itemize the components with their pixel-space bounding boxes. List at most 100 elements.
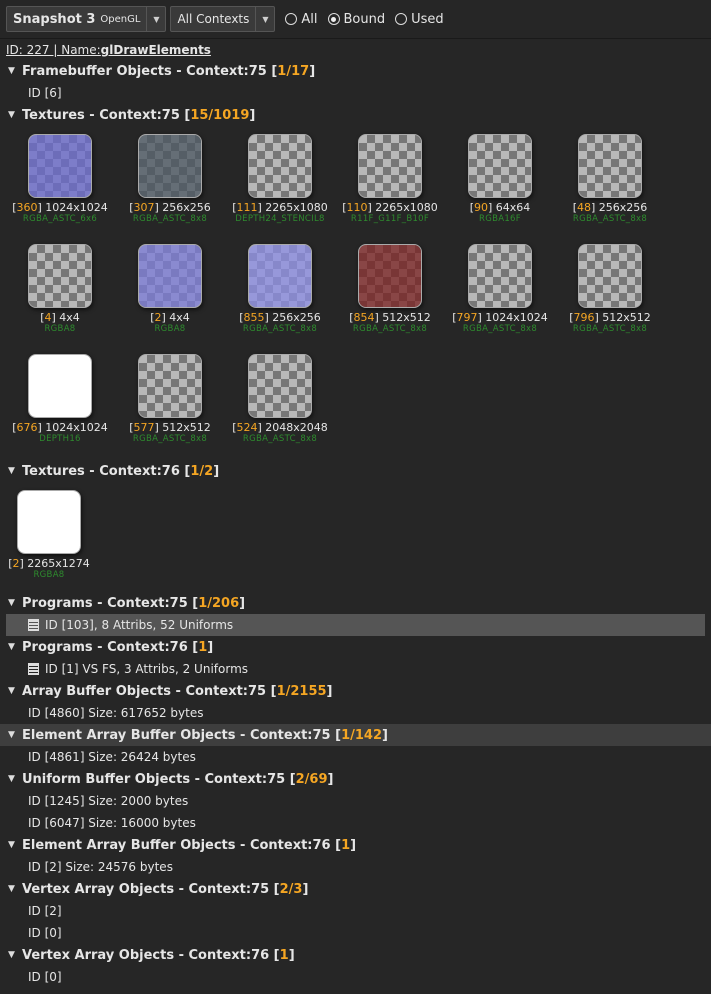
texture-id: 360 (16, 201, 38, 214)
filter-bound-radio[interactable]: Bound (327, 12, 385, 27)
texture-label: [854] 512x512 (349, 311, 431, 324)
expand-triangle-icon[interactable]: ▼ (8, 642, 22, 652)
snapshot-title: Snapshot 3 (13, 11, 96, 27)
texture-thumbnail[interactable]: [797] 1024x1024 RGBA_ASTC_8x8 (450, 244, 550, 334)
texture-preview-fill (469, 135, 531, 197)
texture-size: 2265x1080 (265, 201, 328, 214)
texture-id: 110 (346, 201, 368, 214)
section-programs-75[interactable]: ▼ Programs - Context:75 [1/206] (0, 592, 711, 614)
section-vertex-arrays-75[interactable]: ▼ Vertex Array Objects - Context:75 [2/3] (0, 878, 711, 900)
program-item[interactable]: ID [1] VS FS, 3 Attribs, 2 Uniforms (0, 658, 711, 680)
texture-thumbnail[interactable]: [4] 4x4 RGBA8 (10, 244, 110, 334)
section-framebuffer[interactable]: ▼ Framebuffer Objects - Context:75 [1/17] (0, 60, 711, 82)
texture-size: 2265x1274 (27, 557, 90, 570)
list-item[interactable]: ID [4860] Size: 617652 bytes (0, 702, 711, 724)
texture-size: 2048x2048 (265, 421, 328, 434)
texture-preview (138, 134, 202, 198)
texture-size: 64x64 (495, 201, 531, 214)
texture-thumbnail[interactable]: [796] 512x512 RGBA_ASTC_8x8 (560, 244, 660, 334)
list-item[interactable]: ID [0] (0, 922, 711, 944)
expand-triangle-icon[interactable]: ▼ (8, 686, 22, 696)
expand-triangle-icon[interactable]: ▼ (8, 66, 22, 76)
texture-format: RGBA8 (33, 570, 65, 580)
texture-preview (578, 244, 642, 308)
list-item[interactable]: ID [2] Size: 24576 bytes (0, 856, 711, 878)
texture-thumbnail[interactable]: [577] 512x512 RGBA_ASTC_8x8 (120, 354, 220, 444)
texture-format: RGBA_ASTC_6x6 (22, 214, 98, 224)
texture-thumbnail[interactable]: [854] 512x512 RGBA_ASTC_8x8 (340, 244, 440, 334)
expand-triangle-icon[interactable]: ▼ (8, 598, 22, 608)
chevron-down-icon[interactable]: ▼ (146, 7, 165, 31)
texture-thumbnail[interactable]: [111] 2265x1080 DEPTH24_STENCIL8 (230, 134, 330, 224)
texture-preview (358, 134, 422, 198)
texture-thumbnail[interactable]: [360] 1024x1024 RGBA_ASTC_6x6 (10, 134, 110, 224)
texture-thumbnail[interactable]: [307] 256x256 RGBA_ASTC_8x8 (120, 134, 220, 224)
section-programs-76[interactable]: ▼ Programs - Context:76 [1] (0, 636, 711, 658)
snapshot-selector[interactable]: Snapshot 3 OpenGL ▼ (6, 6, 167, 32)
call-info: ID: 227 | Name: glDrawElements (6, 43, 211, 57)
expand-triangle-icon[interactable]: ▼ (8, 884, 22, 894)
expand-triangle-icon[interactable]: ▼ (8, 730, 22, 740)
snapshot-api: OpenGL (100, 13, 141, 25)
texture-preview-fill (359, 245, 421, 307)
texture-preview (468, 134, 532, 198)
contexts-selector[interactable]: All Contexts ▼ (170, 6, 276, 32)
texture-thumbnail[interactable]: [2] 4x4 RGBA8 (120, 244, 220, 334)
texture-thumbnail[interactable]: [48] 256x256 RGBA_ASTC_8x8 (560, 134, 660, 224)
expand-triangle-icon[interactable]: ▼ (8, 110, 22, 120)
texture-label: [90] 64x64 (469, 201, 531, 214)
texture-format: RGBA8 (44, 324, 76, 334)
expand-triangle-icon[interactable]: ▼ (8, 840, 22, 850)
list-item[interactable]: ID [2] (0, 900, 711, 922)
section-textures-75[interactable]: ▼ Textures - Context:75 [15/1019] (0, 104, 711, 126)
texture-preview-fill (249, 355, 311, 417)
radio-checked-icon (327, 13, 340, 25)
list-item[interactable]: ID [0] (0, 966, 711, 988)
texture-id: 797 (456, 311, 478, 324)
texture-format: RGBA8 (154, 324, 186, 334)
section-uniform-buffers-75[interactable]: ▼ Uniform Buffer Objects - Context:75 [2/… (0, 768, 711, 790)
texture-format: RGBA_ASTC_8x8 (352, 324, 428, 334)
texture-id: 855 (243, 311, 265, 324)
texture-format: RGBA_ASTC_8x8 (462, 324, 538, 334)
texture-preview (248, 354, 312, 418)
section-textures-76[interactable]: ▼ Textures - Context:76 [1/2] (0, 460, 711, 482)
texture-thumbnail[interactable]: [90] 64x64 RGBA16F (450, 134, 550, 224)
texture-size: 512x512 (602, 311, 651, 324)
texture-label: [4] 4x4 (40, 311, 80, 324)
expand-triangle-icon[interactable]: ▼ (8, 466, 22, 476)
section-element-buffers-75[interactable]: ▼ Element Array Buffer Objects - Context:… (0, 724, 711, 746)
list-item[interactable]: ID [4861] Size: 26424 bytes (0, 746, 711, 768)
chevron-down-icon[interactable]: ▼ (255, 7, 274, 31)
texture-id: 2 (154, 311, 162, 324)
texture-thumbnail[interactable]: [2] 2265x1274 RGBA8 (0, 490, 99, 580)
texture-thumbnail[interactable]: [676] 1024x1024 DEPTH16 (10, 354, 110, 444)
texture-size: 4x4 (169, 311, 190, 324)
list-item[interactable]: ID [1245] Size: 2000 bytes (0, 790, 711, 812)
texture-thumbnail[interactable]: [855] 256x256 RGBA_ASTC_8x8 (230, 244, 330, 334)
section-array-buffers-75[interactable]: ▼ Array Buffer Objects - Context:75 [1/21… (0, 680, 711, 702)
texture-preview-fill (579, 135, 641, 197)
program-item[interactable]: ID [103], 8 Attribs, 52 Uniforms (6, 614, 705, 636)
texture-size: 256x256 (272, 311, 321, 324)
texture-format: RGBA_ASTC_8x8 (132, 434, 208, 444)
texture-preview-fill (249, 135, 311, 197)
texture-format: RGBA_ASTC_8x8 (572, 324, 648, 334)
filter-all-radio[interactable]: All (285, 12, 318, 27)
texture-thumbnail[interactable]: [524] 2048x2048 RGBA_ASTC_8x8 (230, 354, 330, 444)
section-vertex-arrays-76[interactable]: ▼ Vertex Array Objects - Context:76 [1] (0, 944, 711, 966)
expand-triangle-icon[interactable]: ▼ (8, 950, 22, 960)
filter-used-radio[interactable]: Used (395, 12, 444, 27)
texture-preview-fill (249, 245, 311, 307)
texture-id: 796 (573, 311, 595, 324)
texture-id: 854 (353, 311, 375, 324)
texture-size: 256x256 (162, 201, 211, 214)
texture-thumbnail[interactable]: [110] 2265x1080 R11F_G11F_B10F (340, 134, 440, 224)
list-item[interactable]: ID [6047] Size: 16000 bytes (0, 812, 711, 834)
expand-triangle-icon[interactable]: ▼ (8, 774, 22, 784)
texture-preview-fill (139, 245, 201, 307)
list-item[interactable]: ID [6] (0, 82, 711, 104)
texture-preview (468, 244, 532, 308)
texture-label: [855] 256x256 (239, 311, 321, 324)
section-element-buffers-76[interactable]: ▼ Element Array Buffer Objects - Context:… (0, 834, 711, 856)
